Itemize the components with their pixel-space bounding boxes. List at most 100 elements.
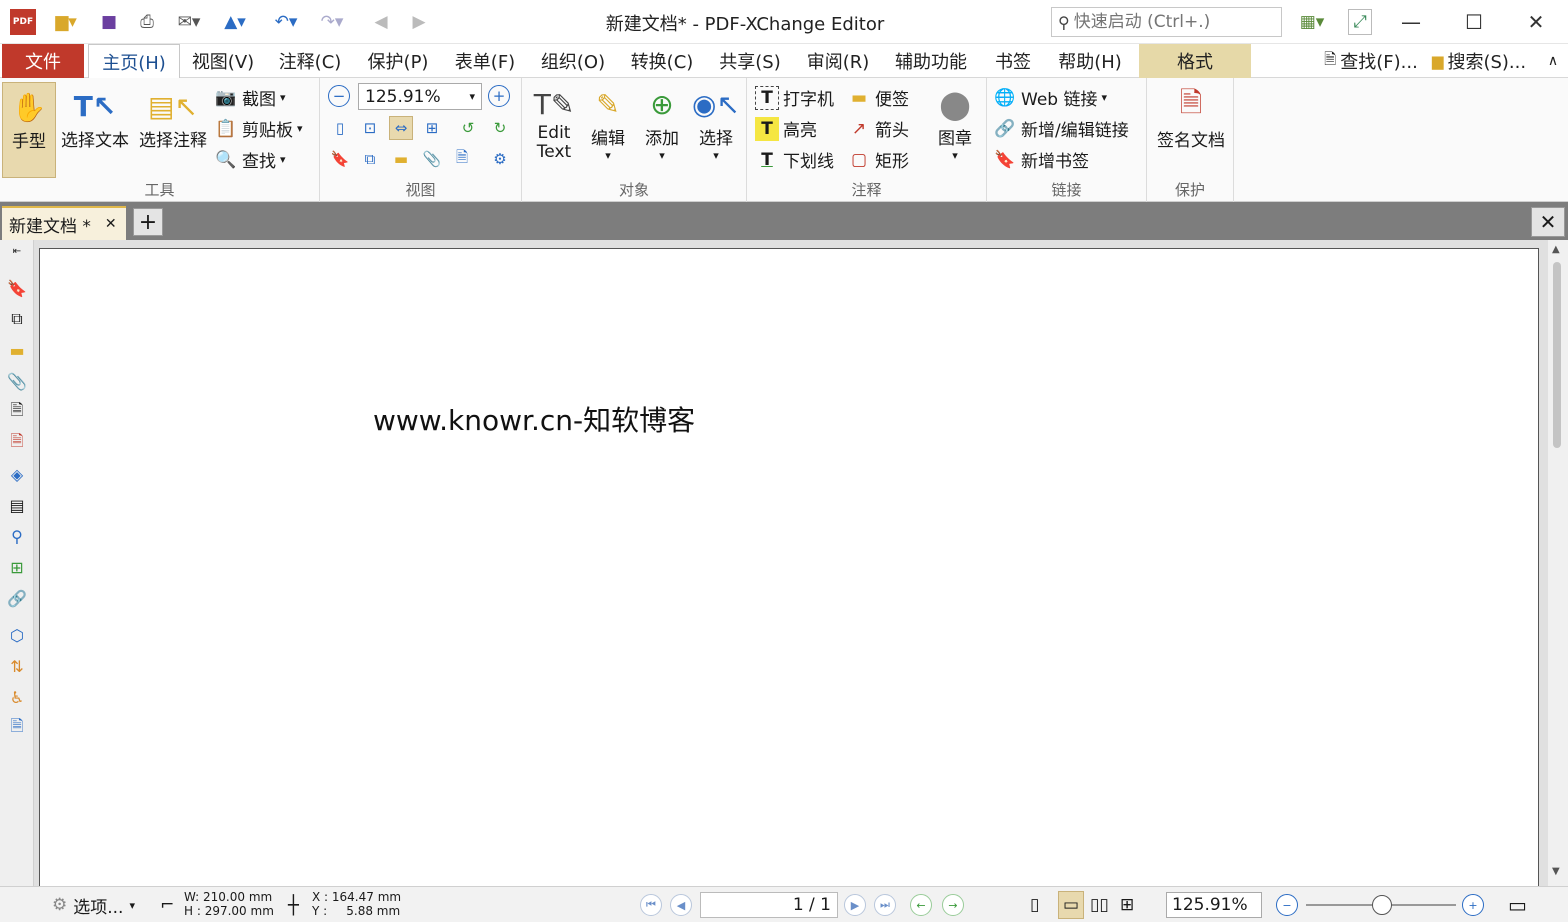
hand-tool-button[interactable]: ✋ 手型 [2, 82, 56, 178]
zoom-in-icon[interactable]: + [488, 85, 510, 107]
zoom-slider-thumb[interactable] [1372, 895, 1392, 915]
actual-size-icon[interactable]: ▯ [328, 116, 352, 140]
quick-launch-input[interactable] [1073, 12, 1264, 32]
prev-view-icon[interactable]: ← [910, 894, 932, 916]
collapse-ribbon-button[interactable]: ∧ [1540, 44, 1566, 78]
fit-visible-icon[interactable]: ⊞ [420, 116, 444, 140]
tab-convert[interactable]: 转换(C) [624, 44, 700, 78]
select-text-button[interactable]: T↖ 选择文本 [58, 86, 132, 152]
add-bookmark-button[interactable]: 🔖 新增书签 [993, 147, 1089, 173]
fit-page-icon[interactable]: ⊡ [358, 116, 382, 140]
select-object-button[interactable]: ◉↖ 选择 ▾ [690, 84, 742, 163]
zoom-out-status-icon[interactable]: − [1276, 894, 1298, 916]
edit-button[interactable]: ✎ 编辑 ▾ [582, 84, 634, 163]
scroll-thumb[interactable] [1553, 262, 1561, 448]
properties-panel-icon[interactable]: 🗎 [450, 147, 474, 171]
search-button[interactable]: ▆ 搜索(S)... [1428, 44, 1530, 78]
structure-icon[interactable]: ⊞ [5, 555, 29, 579]
bookmarks-panel-icon[interactable]: 🔖 [328, 147, 352, 171]
typewriter-button[interactable]: T 打字机 [755, 85, 834, 110]
last-page-icon[interactable]: ⏭ [874, 894, 896, 916]
select-annot-button[interactable]: ▤↖ 选择注释 [136, 86, 210, 152]
zoom-in-status-icon[interactable]: + [1462, 894, 1484, 916]
document-tab-close-icon[interactable]: ✕ [105, 216, 117, 232]
tab-protect[interactable]: 保护(P) [360, 44, 436, 78]
continuous-facing-icon[interactable]: ⊞ [1120, 887, 1134, 922]
close-button[interactable]: ✕ [1505, 0, 1567, 44]
comments-icon[interactable]: ▬ [5, 338, 29, 362]
app-logo-icon[interactable]: PDF [10, 9, 36, 35]
options-button[interactable]: ⚙ 选项... ▾ [52, 887, 135, 922]
tab-format[interactable]: 格式 [1139, 44, 1251, 78]
underline-button[interactable]: T 下划线 [755, 147, 834, 173]
highlight-button[interactable]: T 高亮 [755, 116, 817, 141]
forward-icon[interactable]: ▶ [406, 9, 432, 35]
customize-icon[interactable]: ▦▾ [1291, 9, 1333, 35]
tab-organize[interactable]: 组织(O) [534, 44, 612, 78]
page-text[interactable]: www.knowr.cn-知软博客 [373, 399, 695, 439]
tab-comment[interactable]: 注释(C) [272, 44, 348, 78]
print-icon[interactable]: ⎙ [134, 9, 160, 35]
redo-icon[interactable]: ↷▾ [312, 9, 352, 35]
stamp-button[interactable]: ⬤ 图章 ▾ [927, 84, 983, 163]
layers-icon[interactable]: ◈ [5, 462, 29, 486]
reading-order-icon[interactable]: ⇅ [5, 654, 29, 678]
edit-text-button[interactable]: T✎ Edit Text [526, 84, 582, 162]
accessibility-check-icon[interactable]: 🗎 [5, 716, 29, 740]
facing-pages-icon[interactable]: ▯▯ [1090, 887, 1109, 922]
prev-page-icon[interactable]: ◀ [670, 894, 692, 916]
tab-view[interactable]: 视图(V) [186, 44, 260, 78]
fullscreen-icon[interactable]: ⤢ [1348, 9, 1372, 35]
document-tab[interactable]: 新建文档 * ✕ [2, 206, 126, 240]
open-folder-icon[interactable]: ▆▾ [46, 9, 86, 35]
snapshot-button[interactable]: 📷 截图 ▾ [214, 85, 285, 111]
rectangle-button[interactable]: ▢ 矩形 [847, 147, 909, 173]
attachments-panel-icon[interactable]: 📎 [420, 147, 444, 171]
save-icon[interactable]: ■ [96, 9, 122, 35]
vertical-scrollbar[interactable]: ▲ ▼ [1548, 240, 1568, 886]
fields-icon[interactable]: ▤ [5, 493, 29, 517]
scroll-up-icon[interactable]: ▲ [1552, 244, 1560, 255]
pages-panel-icon[interactable]: ⧉ [358, 147, 382, 171]
find-tool-button[interactable]: 🔍 查找 ▾ [214, 147, 285, 173]
clipboard-button[interactable]: 📋 剪贴板 ▾ [214, 116, 302, 142]
next-page-icon[interactable]: ▶ [844, 894, 866, 916]
tab-share[interactable]: 共享(S) [712, 44, 788, 78]
new-tab-button[interactable]: + [133, 208, 163, 236]
tab-file[interactable]: 文件 [2, 44, 84, 78]
page-number-input[interactable]: 1 / 1 [700, 892, 838, 918]
rotate-left-icon[interactable]: ↺ [456, 116, 480, 140]
comments-panel-icon[interactable]: ▬ [389, 147, 413, 171]
single-page-icon[interactable]: ▯ [1030, 887, 1039, 922]
tab-accessibility[interactable]: 辅助功能 [888, 44, 974, 78]
tab-form[interactable]: 表单(F) [448, 44, 522, 78]
maximize-button[interactable]: ☐ [1443, 0, 1505, 44]
add-button[interactable]: ⊕ 添加 ▾ [636, 84, 688, 163]
web-link-button[interactable]: 🌐 Web 链接 ▾ [993, 85, 1107, 111]
thumbnails-icon[interactable]: ⧉ [5, 307, 29, 331]
undo-icon[interactable]: ↶▾ [266, 9, 306, 35]
note-button[interactable]: ▬ 便签 [847, 85, 909, 111]
tab-home[interactable]: 主页(H) [88, 44, 180, 79]
zoom-status-select[interactable]: 125.91% [1166, 892, 1262, 918]
tab-help[interactable]: 帮助(H) [1052, 44, 1128, 78]
quick-launch-box[interactable]: ⚲ [1051, 7, 1282, 37]
pdf-page[interactable]: www.knowr.cn-知软博客 [39, 248, 1539, 888]
scroll-down-icon[interactable]: ▼ [1552, 866, 1560, 877]
fit-width-icon[interactable]: ⇔ [389, 116, 413, 140]
links-icon[interactable]: 🔗 [5, 586, 29, 610]
first-page-icon[interactable]: ⏮ [640, 894, 662, 916]
fullscreen-view-icon[interactable]: ▭ [1508, 887, 1527, 922]
scan-icon[interactable]: ▲▾ [214, 9, 256, 35]
tab-bookmarks[interactable]: 书签 [986, 44, 1040, 78]
continuous-page-icon[interactable]: ▭ [1058, 891, 1084, 919]
zoom-select[interactable]: 125.91% ▾ [358, 83, 482, 110]
settings-panel-icon[interactable]: ⚙ [488, 147, 512, 171]
sign-document-button[interactable]: 🗎 签名文档 [1151, 86, 1231, 151]
next-view-icon[interactable]: → [942, 894, 964, 916]
accessibility-icon[interactable]: ♿ [5, 685, 29, 709]
tab-review[interactable]: 审阅(R) [800, 44, 876, 78]
document-viewport[interactable]: www.knowr.cn-知软博客 [34, 240, 1548, 888]
tags-icon[interactable]: ⬡ [5, 623, 29, 647]
destinations-icon[interactable]: ⚲ [5, 524, 29, 548]
